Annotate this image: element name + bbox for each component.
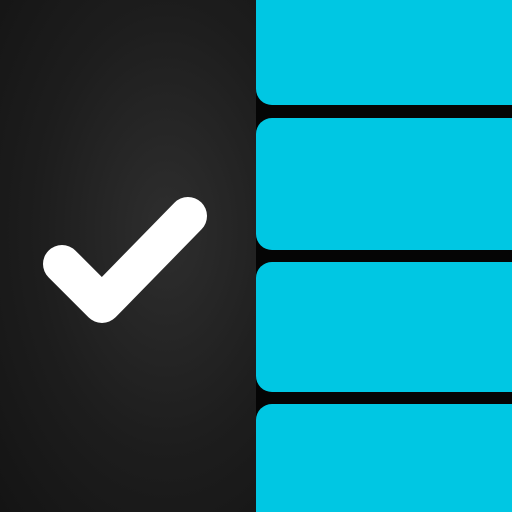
dark-panel: [0, 0, 256, 512]
list-item: [256, 262, 512, 392]
checkmark-icon: [43, 197, 207, 323]
app-icon: [0, 0, 512, 512]
list-item: [256, 118, 512, 250]
list-item: [256, 0, 512, 105]
list-rows: [256, 0, 512, 512]
list-item: [256, 404, 512, 512]
